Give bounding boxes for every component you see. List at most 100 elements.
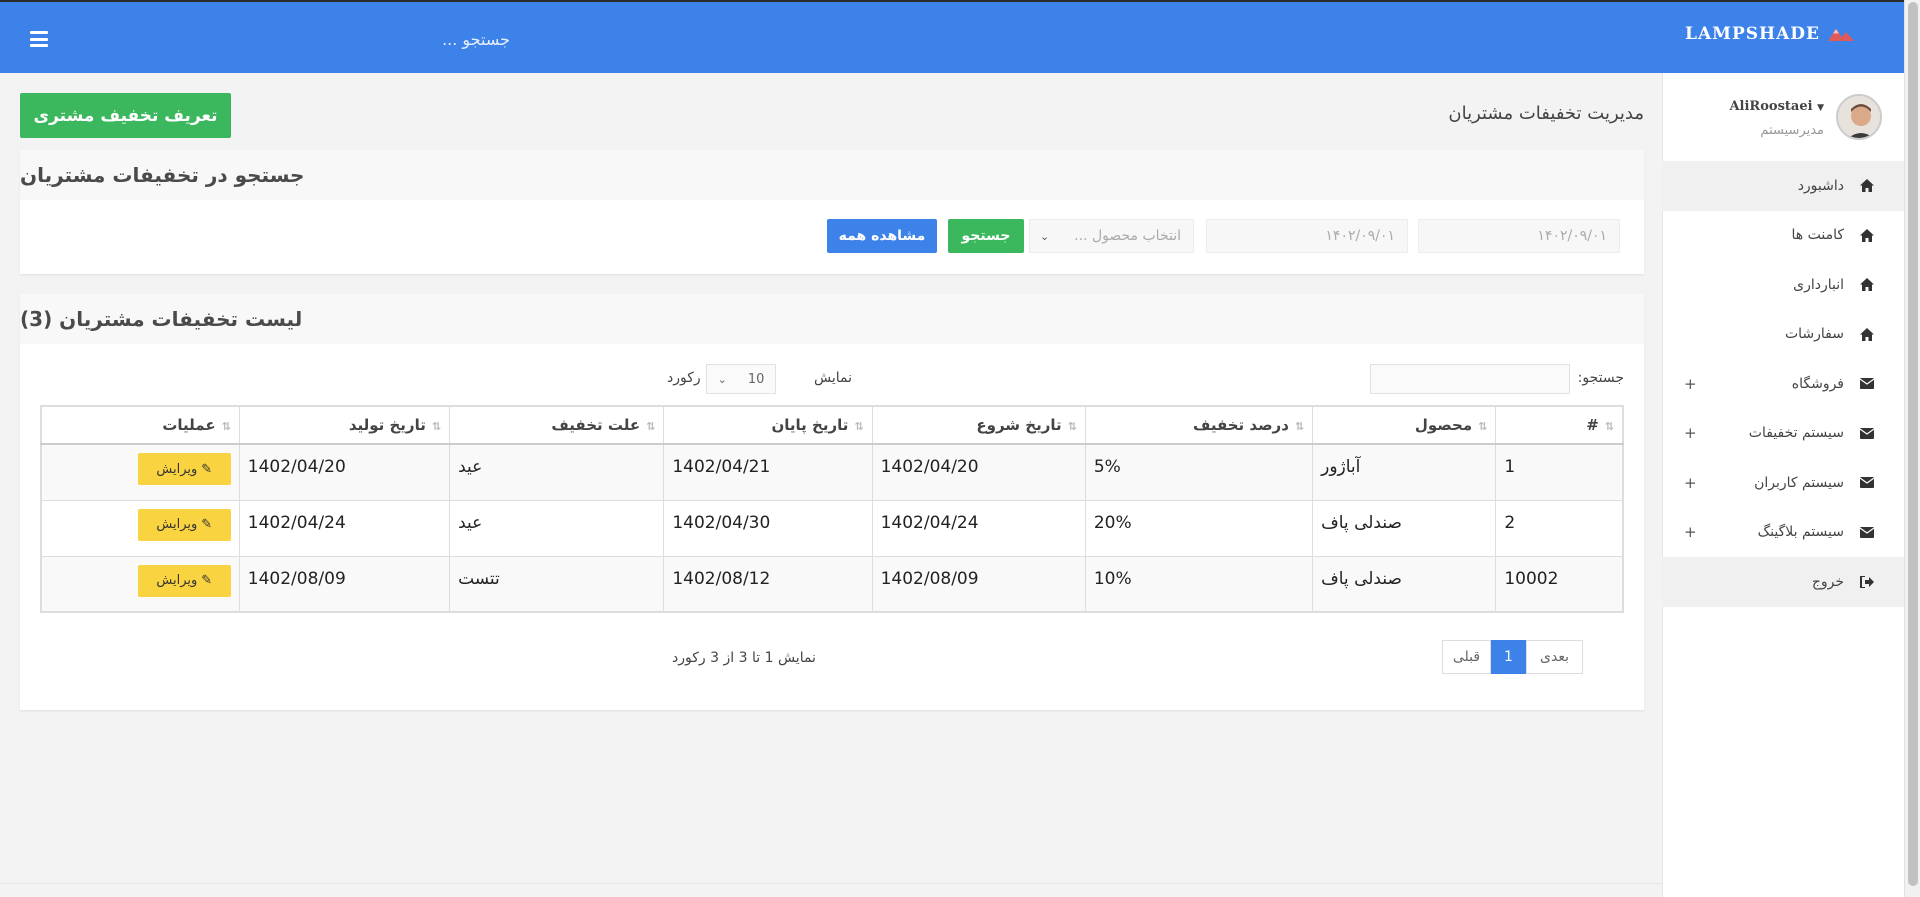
cell-start-date: 1402/04/24: [871, 499, 1086, 557]
add-customer-discount-button[interactable]: تعریف تخفیف مشتری: [20, 93, 231, 138]
edit-button[interactable]: ✎ ویرایش: [137, 564, 231, 597]
cell-id: 10002: [1495, 555, 1624, 613]
cell-percent: 5%: [1084, 443, 1314, 501]
envelope-icon: [1860, 476, 1874, 490]
pagination-page-1[interactable]: 1: [1491, 640, 1526, 674]
cell-created-date: 1402/04/20: [238, 443, 451, 501]
table-info: نمایش 1 تا 3 از 3 رکورد: [672, 650, 816, 666]
table-header-row: ⇅# ⇅محصول ⇅درصد تخفیف ⇅تاریخ شروع ⇅تاریخ…: [40, 405, 1624, 445]
sidebar-item-dashboard[interactable]: داشبورد: [1662, 161, 1904, 211]
sidebar-item-blogging[interactable]: سیستم بلاگینگ +: [1662, 508, 1904, 558]
col-header-percent[interactable]: ⇅درصد تخفیف: [1084, 405, 1314, 445]
avatar: [1836, 94, 1882, 140]
sidebar-item-logout[interactable]: خروج: [1662, 557, 1904, 607]
expand-plus-icon[interactable]: +: [1684, 375, 1697, 393]
page-title: مدیریت تخفیفات مشتریان: [1448, 103, 1644, 124]
expand-plus-icon[interactable]: +: [1684, 523, 1697, 541]
logo[interactable]: LAMPSHADE: [1685, 24, 1854, 44]
top-navbar: جستجو ... LAMPSHADE: [0, 0, 1904, 73]
sort-icon: ⇅: [431, 420, 442, 433]
show-all-button[interactable]: مشاهده همه: [827, 219, 937, 253]
scrollbar-thumb[interactable]: [1908, 2, 1918, 886]
edit-icon: ✎: [201, 461, 213, 477]
sort-icon: ⇅: [221, 420, 231, 433]
cell-reason: عید: [449, 443, 665, 501]
cell-end-date: 1402/04/30: [663, 499, 873, 557]
cell-end-date: 1402/04/21: [663, 443, 873, 501]
edit-icon: ✎: [201, 517, 213, 532]
sidebar-item-inventory[interactable]: انبارداری: [1662, 260, 1904, 310]
sort-icon: ⇅: [1478, 420, 1488, 433]
list-panel-heading: لیست تخفیفات مشتریان (3): [20, 294, 1644, 344]
show-label: نمایش: [814, 370, 853, 386]
search-button[interactable]: جستجو: [948, 219, 1024, 253]
sidebar: AliRoostaei ▼ مدیرسیستم داشبورد کامنت ها…: [1662, 73, 1904, 897]
caret-down-icon: ▼: [1817, 103, 1824, 113]
sidebar-menu: داشبورد کامنت ها انبارداری سفارشات فروشگ…: [1662, 161, 1904, 607]
col-header-reason[interactable]: ⇅علت تخفیف: [449, 405, 665, 445]
sidebar-item-comments[interactable]: کامنت ها: [1662, 211, 1904, 261]
table-row: 10002 صندلی پاف 10% 1402/08/09 1402/08/1…: [40, 555, 1624, 613]
cell-start-date: 1402/08/09: [871, 555, 1086, 613]
expand-plus-icon[interactable]: +: [1684, 424, 1697, 442]
sidebar-item-discounts[interactable]: سیستم تخفیفات +: [1662, 409, 1904, 459]
col-header-actions[interactable]: ⇅عملیات: [40, 405, 240, 445]
sort-icon: ⇅: [854, 420, 864, 433]
sidebar-item-shop[interactable]: فروشگاه +: [1662, 359, 1904, 409]
cell-id: 1: [1495, 443, 1624, 501]
product-select[interactable]: انتخاب محصول ... ⌄: [1029, 219, 1194, 253]
pagination-prev[interactable]: قبلی: [1442, 640, 1491, 674]
edit-button[interactable]: ✎ ویرایش: [137, 453, 231, 485]
cell-product: صندلی پاف: [1312, 499, 1497, 557]
col-header-created-date[interactable]: ⇅تاریخ تولید: [238, 405, 451, 445]
records-label: رکورد: [667, 370, 701, 386]
list-panel: لیست تخفیفات مشتریان (3) جستجو: نمایش 10…: [20, 294, 1644, 710]
hamburger-menu-icon[interactable]: [30, 31, 48, 47]
table-search-label: جستجو:: [1577, 370, 1624, 386]
home-icon: [1860, 278, 1874, 292]
sign-out-icon: [1860, 575, 1874, 589]
cell-reason: تتست: [449, 555, 665, 613]
table-row: 2 صندلی پاف 20% 1402/04/24 1402/04/30 عی…: [40, 499, 1624, 557]
expand-plus-icon[interactable]: +: [1684, 474, 1697, 492]
page-size-select[interactable]: 10 ⌄: [706, 364, 776, 394]
start-date-input[interactable]: ۱۴۰۲/۰۹/۰۱: [1418, 219, 1620, 253]
envelope-icon: [1860, 426, 1874, 440]
chevron-down-icon: ⌄: [1040, 229, 1050, 243]
cell-id: 2: [1495, 499, 1624, 557]
col-header-start-date[interactable]: ⇅تاریخ شروع: [871, 405, 1086, 445]
col-header-product[interactable]: ⇅محصول: [1312, 405, 1497, 445]
cell-product: صندلی پاف: [1312, 555, 1497, 613]
home-icon: [1860, 179, 1874, 193]
cell-created-date: 1402/04/24: [238, 499, 451, 557]
top-search-input[interactable]: جستجو ...: [190, 30, 510, 49]
end-date-input[interactable]: ۱۴۰۲/۰۹/۰۱: [1206, 219, 1408, 253]
envelope-icon: [1860, 525, 1874, 539]
sidebar-item-orders[interactable]: سفارشات: [1662, 310, 1904, 360]
envelope-icon: [1860, 377, 1874, 391]
home-icon: [1860, 228, 1874, 242]
edit-button[interactable]: ✎ ویرایش: [137, 508, 231, 541]
chevron-down-icon: ⌄: [717, 372, 727, 386]
cell-percent: 10%: [1084, 555, 1314, 613]
cell-reason: عید: [449, 499, 665, 557]
search-panel: جستجو در تخفیفات مشتریان ۱۴۰۲/۰۹/۰۱ ۱۴۰۲…: [20, 150, 1644, 274]
logo-text: LAMPSHADE: [1685, 24, 1820, 44]
sidebar-item-users[interactable]: سیستم کاربران +: [1662, 458, 1904, 508]
user-profile[interactable]: AliRoostaei ▼ مدیرسیستم: [1662, 73, 1904, 161]
cell-product: آباژور: [1312, 443, 1497, 501]
col-header-end-date[interactable]: ⇅تاریخ پایان: [663, 405, 873, 445]
pagination-next[interactable]: بعدی: [1526, 640, 1583, 674]
sort-icon: ⇅: [1604, 420, 1614, 433]
cell-actions: ✎ ویرایش: [40, 499, 240, 557]
search-panel-heading: جستجو در تخفیفات مشتریان: [20, 150, 1644, 200]
pagination: قبلی 1 بعدی: [1442, 640, 1583, 674]
col-header-id[interactable]: ⇅#: [1495, 405, 1624, 445]
discounts-table: ⇅# ⇅محصول ⇅درصد تخفیف ⇅تاریخ شروع ⇅تاریخ…: [40, 405, 1624, 613]
home-icon: [1860, 327, 1874, 341]
sort-icon: ⇅: [1067, 420, 1077, 433]
cell-actions: ✎ ویرایش: [40, 555, 240, 613]
scrollbar[interactable]: [1904, 0, 1920, 897]
user-name[interactable]: AliRoostaei ▼: [1729, 99, 1824, 114]
table-search-input[interactable]: [1370, 364, 1570, 394]
